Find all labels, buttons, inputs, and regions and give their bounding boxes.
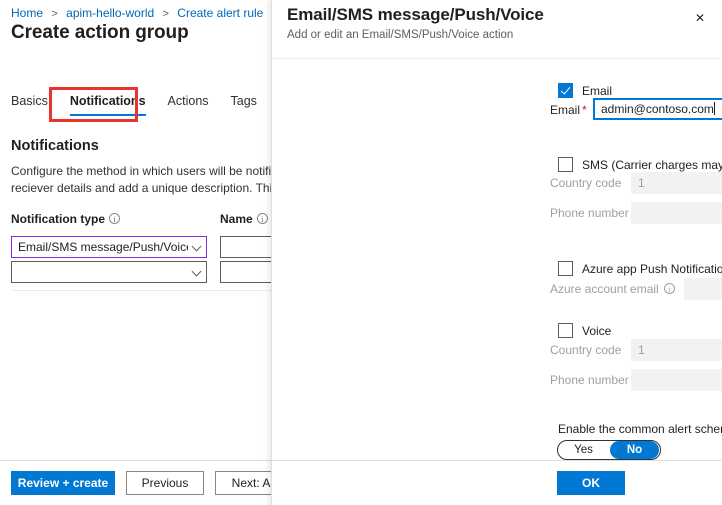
- email-field-label-text: Email: [550, 103, 580, 117]
- previous-button[interactable]: Previous: [126, 471, 204, 495]
- voice-country-code-label: Country code: [550, 343, 621, 357]
- breadcrumb-item-create-alert-rule[interactable]: Create alert rule: [177, 6, 263, 20]
- azure-account-email-input: [684, 278, 722, 300]
- create-action-group-blade: Home > apim-hello-world > Create alert r…: [0, 0, 271, 505]
- sms-phone-number-input: [631, 202, 722, 224]
- email-input[interactable]: admin@contoso.com: [593, 98, 722, 120]
- sms-checkbox-row[interactable]: SMS (Carrier charges may apply): [558, 157, 722, 172]
- next-button[interactable]: Next: Ac: [215, 471, 271, 495]
- breadcrumb-separator: >: [163, 8, 169, 20]
- column-header-notification-type: Notification type i: [11, 212, 120, 226]
- email-checkbox-label: Email: [582, 84, 612, 98]
- notification-type-value-row-1: Email/SMS message/Push/Voice: [18, 240, 188, 254]
- breadcrumb-item-resource[interactable]: apim-hello-world: [66, 6, 154, 20]
- name-input-row-1[interactable]: [220, 236, 271, 258]
- email-field-label: Email*: [550, 103, 587, 117]
- voice-phone-number-label: Phone number: [550, 373, 629, 387]
- notification-type-select-row-1[interactable]: Email/SMS message/Push/Voice: [11, 236, 207, 258]
- notification-type-select-row-2[interactable]: [11, 261, 207, 283]
- push-notifications-checkbox[interactable]: [558, 261, 573, 276]
- chevron-down-icon: [192, 242, 202, 252]
- toggle-option-no[interactable]: No: [610, 441, 659, 459]
- ok-button[interactable]: OK: [557, 471, 625, 495]
- azure-account-email-label-text: Azure account email: [550, 282, 659, 296]
- email-sms-push-voice-panel: Email/SMS message/Push/Voice Add or edit…: [271, 0, 722, 505]
- tab-notifications[interactable]: Notifications: [59, 92, 157, 110]
- toggle-option-yes[interactable]: Yes: [559, 441, 608, 459]
- breadcrumb-separator: >: [51, 8, 57, 20]
- row-divider: [11, 290, 271, 291]
- breadcrumb-item-home[interactable]: Home: [11, 6, 43, 20]
- close-icon[interactable]: ✕: [688, 6, 712, 30]
- sms-country-code-label: Country code: [550, 176, 621, 190]
- voice-country-code-value: 1: [638, 343, 722, 357]
- voice-phone-number-input: [631, 369, 722, 391]
- text-caret: [714, 102, 715, 115]
- required-marker: *: [582, 103, 587, 117]
- push-notifications-checkbox-label: Azure app Push Notifications: [582, 262, 722, 276]
- review-create-button[interactable]: Review + create: [11, 471, 115, 495]
- common-alert-schema-row: Enable the common alert schema. Learn mo…: [558, 422, 722, 436]
- column-header-notification-type-label: Notification type: [11, 212, 105, 226]
- panel-subtitle: Add or edit an Email/SMS/Push/Voice acti…: [287, 29, 513, 41]
- panel-title: Email/SMS message/Push/Voice: [287, 5, 544, 25]
- column-header-name-label: Name: [220, 212, 253, 226]
- info-icon[interactable]: i: [109, 213, 120, 224]
- sms-checkbox[interactable]: [558, 157, 573, 172]
- tab-bar: Basics Notifications Actions Tags Revie: [11, 92, 271, 110]
- panel-footer-divider: [272, 460, 722, 461]
- push-notifications-checkbox-row[interactable]: Azure app Push Notifications: [558, 261, 722, 276]
- sms-country-code-select: 1: [631, 172, 722, 194]
- email-input-value: admin@contoso.com: [601, 102, 722, 116]
- tab-actions[interactable]: Actions: [157, 92, 220, 110]
- section-heading: Notifications: [11, 138, 99, 154]
- common-alert-schema-toggle[interactable]: Yes No: [557, 440, 661, 460]
- column-header-name: Namei: [220, 212, 268, 226]
- breadcrumb: Home > apim-hello-world > Create alert r…: [11, 5, 271, 22]
- email-checkbox[interactable]: [558, 83, 573, 98]
- voice-country-code-select: 1: [631, 339, 722, 361]
- voice-checkbox-row[interactable]: Voice: [558, 323, 611, 338]
- voice-checkbox-label: Voice: [582, 324, 611, 338]
- voice-checkbox[interactable]: [558, 323, 573, 338]
- email-checkbox-row[interactable]: Email: [558, 83, 612, 98]
- panel-header-divider: [272, 58, 722, 59]
- tab-tags[interactable]: Tags: [220, 92, 268, 110]
- page-title: Create action group: [11, 22, 189, 44]
- chevron-down-icon: [192, 267, 202, 277]
- info-icon[interactable]: i: [664, 283, 675, 294]
- sms-country-code-value: 1: [638, 176, 722, 190]
- sms-phone-number-label: Phone number: [550, 206, 629, 220]
- footer-divider: [0, 460, 271, 461]
- tab-basics[interactable]: Basics: [11, 92, 59, 110]
- sms-checkbox-label: SMS (Carrier charges may apply): [582, 158, 722, 172]
- name-input-row-2[interactable]: [220, 261, 271, 283]
- azure-account-email-label: Azure account email i: [550, 282, 675, 296]
- section-description: Configure the method in which users will…: [11, 163, 271, 197]
- common-alert-schema-label: Enable the common alert schema.: [558, 422, 722, 436]
- info-icon[interactable]: i: [257, 213, 268, 224]
